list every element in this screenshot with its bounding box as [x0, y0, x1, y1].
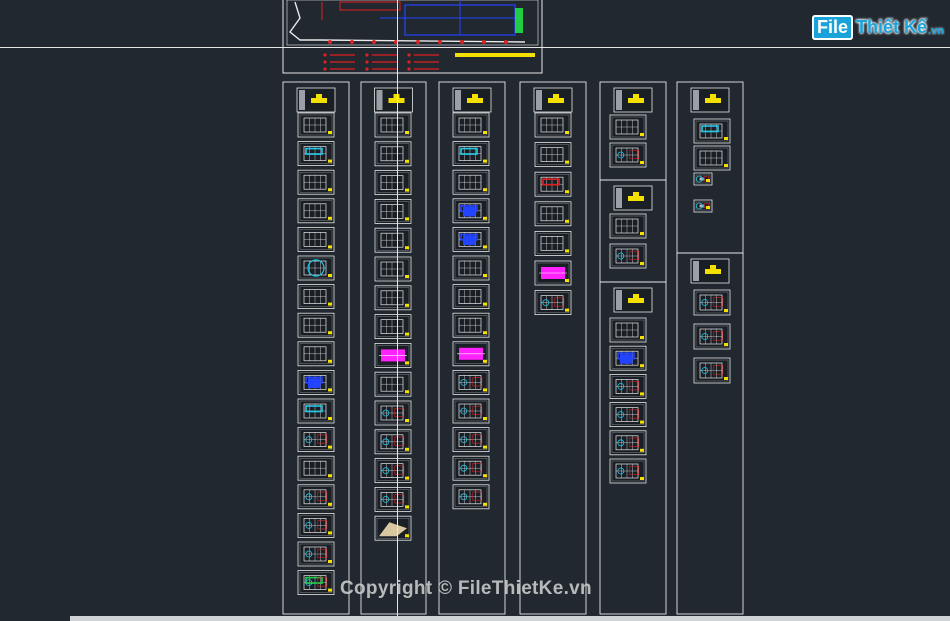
drawing-sheet-detail[interactable] [534, 290, 572, 316]
drawing-sheet-plan[interactable] [609, 317, 647, 343]
cover-title-block[interactable] [296, 87, 336, 113]
drawing-sheet-detail[interactable] [609, 402, 647, 428]
drawing-sheet-detail[interactable] [452, 369, 490, 395]
drawing-sheet-plan-blue[interactable] [609, 345, 647, 371]
drawing-sheet-elevation[interactable] [374, 227, 412, 253]
drawing-sheet-plan[interactable] [297, 341, 335, 367]
drawing-sheet-section[interactable] [534, 201, 572, 227]
drawing-sheet-detail[interactable] [452, 427, 490, 453]
drawing-sheet-section[interactable] [452, 284, 490, 310]
drawing-sheet-section[interactable] [374, 285, 412, 311]
copyright-watermark: Copyright © FileThietKe.vn [340, 578, 592, 599]
column-1-frame[interactable] [282, 81, 350, 615]
drawing-sheet-detail[interactable] [297, 427, 335, 453]
column-2-frame[interactable] [360, 81, 427, 615]
column-5c-frame[interactable] [599, 281, 667, 615]
site-plan-sheet[interactable] [282, 0, 543, 74]
drawing-sheet-detail-small[interactable] [693, 172, 713, 186]
drawing-sheet-elevation[interactable] [297, 226, 335, 252]
drawing-sheet-detail[interactable] [693, 289, 731, 316]
logo-domain: .vn [928, 25, 944, 37]
cover-title-block[interactable] [690, 87, 730, 113]
column-6a-frame[interactable] [676, 81, 744, 254]
drawing-sheet-detail[interactable] [609, 373, 647, 399]
drawing-sheet-detail[interactable] [374, 458, 412, 484]
cover-title-block[interactable] [533, 87, 573, 113]
drawing-sheet-plan[interactable] [534, 142, 572, 168]
drawing-sheet-plan[interactable] [609, 213, 647, 239]
cover-title-block[interactable] [613, 185, 653, 211]
drawing-sheet-plan[interactable] [297, 198, 335, 224]
cad-model-space[interactable] [0, 0, 950, 621]
cover-title-block[interactable] [374, 87, 413, 113]
drawing-sheet-section[interactable] [374, 314, 412, 340]
drawing-sheet-plan-blue[interactable] [452, 198, 490, 224]
drawing-sheet-detail[interactable] [693, 323, 731, 350]
crosshair-horizontal [0, 47, 950, 48]
drawing-sheet-plan[interactable] [609, 114, 647, 140]
drawing-sheet-plan-cyan[interactable] [297, 398, 335, 424]
drawing-sheet-magenta[interactable] [534, 260, 572, 286]
drawing-sheet-detail[interactable] [374, 400, 412, 426]
drawing-sheet-plan[interactable] [297, 169, 335, 195]
logo-box: File [812, 14, 854, 40]
column-5b-frame[interactable] [599, 179, 667, 283]
logo-text: Thiết Kế [856, 16, 928, 37]
drawing-sheet-detail[interactable] [452, 398, 490, 424]
drawing-sheet-plan[interactable] [374, 170, 412, 196]
crosshair-vertical [397, 0, 398, 621]
cover-title-block[interactable] [613, 87, 653, 113]
drawing-sheet-detail[interactable] [609, 430, 647, 456]
column-4-frame[interactable] [519, 81, 587, 615]
drawing-sheet-elevation[interactable] [452, 255, 490, 281]
filethietke-logo: File Thiết Kế .vn [812, 12, 944, 42]
drawing-sheet-section[interactable] [452, 312, 490, 338]
drawing-sheet-detail[interactable] [374, 486, 412, 512]
horizontal-scrollbar[interactable] [70, 616, 950, 621]
drawing-sheet-plan-cyan[interactable] [452, 141, 490, 167]
drawing-sheet-detail[interactable] [297, 513, 335, 538]
drawing-sheet-magenta[interactable] [374, 342, 412, 368]
drawing-sheet-plan[interactable] [693, 145, 731, 171]
drawing-sheet-detail[interactable] [693, 357, 731, 384]
column-6b-frame[interactable] [676, 252, 744, 615]
drawing-sheet-detail[interactable] [609, 458, 647, 484]
drawing-sheet-plan[interactable] [374, 198, 412, 224]
drawing-sheet-detail[interactable] [452, 484, 490, 510]
drawing-sheet-section[interactable] [374, 256, 412, 282]
drawing-sheet-detail[interactable] [297, 484, 335, 510]
drawing-sheet-plan[interactable] [452, 112, 490, 138]
drawing-sheet-plan[interactable] [452, 169, 490, 195]
drawing-sheet-section[interactable] [534, 230, 572, 256]
cover-title-block[interactable] [613, 287, 653, 313]
drawing-sheet-detail[interactable] [452, 455, 490, 481]
drawing-sheet-plan[interactable] [374, 141, 412, 167]
drawing-sheet-site[interactable] [297, 255, 335, 281]
drawing-sheet-plan-red[interactable] [534, 171, 572, 197]
drawing-sheet-detail[interactable] [374, 429, 412, 455]
drawing-sheet-detail-small[interactable] [693, 199, 713, 213]
drawing-sheet-plan-cyan[interactable] [693, 118, 731, 144]
column-5a-frame[interactable] [599, 81, 667, 181]
drawing-sheet-magenta[interactable] [452, 341, 490, 367]
drawing-sheet-plan-cyan[interactable] [297, 141, 335, 167]
drawing-sheet-plan-blue[interactable] [452, 226, 490, 252]
drawing-sheet-plan-blue[interactable] [297, 369, 335, 395]
drawing-sheet-section[interactable] [297, 284, 335, 310]
cover-title-block[interactable] [690, 258, 730, 284]
drawing-sheet-plan[interactable] [297, 112, 335, 138]
drawing-sheet-section[interactable] [297, 312, 335, 338]
drawing-sheet-plan[interactable] [534, 112, 572, 138]
drawing-sheet-plan[interactable] [374, 112, 412, 138]
drawing-sheet-elevation[interactable] [374, 371, 412, 397]
column-3-frame[interactable] [438, 81, 506, 615]
drawing-sheet-section[interactable] [297, 455, 335, 481]
drawing-sheet-detail[interactable] [297, 541, 335, 567]
cover-title-block[interactable] [452, 87, 492, 113]
drawing-sheet-detail[interactable] [609, 142, 647, 168]
drawing-sheet-detail[interactable] [609, 243, 647, 269]
drawing-sheet-render[interactable] [374, 515, 412, 541]
drawing-sheet-detail-green[interactable] [297, 570, 335, 595]
